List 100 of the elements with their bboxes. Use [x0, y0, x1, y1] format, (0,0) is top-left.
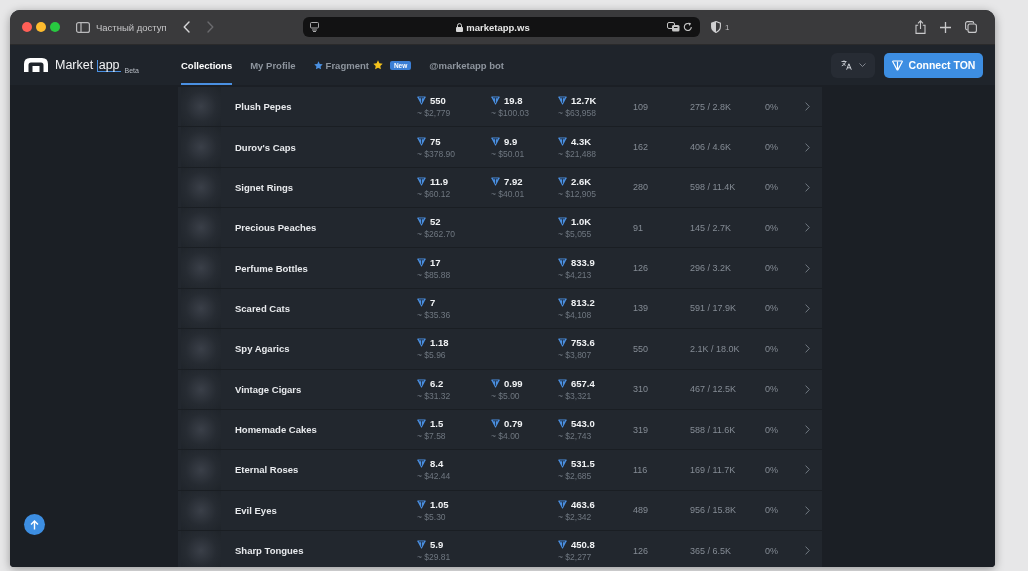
table-cell: 0%	[765, 303, 778, 314]
chevron-right-icon[interactable]	[805, 546, 810, 556]
usd-price: ~ $31.32	[417, 390, 452, 401]
collection-name: Plush Pepes	[234, 101, 293, 113]
image-placeholder	[181, 409, 221, 450]
address-field[interactable]: marketapp.ws	[303, 17, 700, 37]
arrow-up-icon	[30, 519, 39, 530]
url-text: marketapp.ws	[466, 21, 530, 33]
usd-price: ~ $35.36	[417, 309, 452, 320]
table-row[interactable]: Sharp Tongues 5.9 ~ $29.81 450.8 ~ $2,277 126 365 / 6.5K 0%	[178, 530, 822, 567]
scroll-to-top-button[interactable]	[24, 514, 45, 535]
table-row[interactable]: Scared Cats 7 ~ $35.36 813.2 ~ $4,108 139 591 / 17.9K 0%	[178, 288, 822, 330]
table-cell: 145 / 2.7K	[690, 222, 732, 233]
chevron-right-icon[interactable]	[805, 263, 810, 273]
usd-price: ~ $85.88	[417, 269, 452, 280]
currency-icon	[417, 217, 426, 227]
image-placeholder	[181, 490, 221, 530]
chevron-right-icon[interactable]	[805, 505, 810, 515]
image-placeholder	[181, 127, 221, 167]
chevron-right-icon[interactable]	[805, 182, 810, 192]
logo-icon[interactable]	[24, 58, 48, 72]
chevron-right-icon[interactable]	[805, 465, 810, 475]
table-row[interactable]: Eternal Roses 8.4 ~ $42.44 531.5 ~ $2,685 116 169 / 11.7K 0%	[178, 450, 822, 491]
table-row[interactable]: Precious Peaches 52 ~ $262.70 1.0K ~ $5,055 91 145 / 2.7K 0%	[178, 208, 822, 249]
currency-icon	[558, 459, 567, 469]
usd-price: ~ $100.03	[491, 108, 531, 119]
table-row[interactable]: Durov's Caps 75 ~ $378.90 9.9 ~ $50.01 4.3K ~ $21,488 162 406 / 4.6K 0%	[178, 127, 822, 168]
table-cell: 550	[633, 343, 649, 354]
price-amount: 0.99	[504, 377, 523, 389]
page-menu-icon[interactable]	[310, 22, 319, 32]
table-row[interactable]: Signet Rings 11.9 ~ $60.12 7.92 ~ $40.01 2.6K ~ $12,905 280 598 / 11.4K 0%	[178, 167, 822, 209]
collection-name: Precious Peaches	[234, 222, 318, 234]
chevron-right-icon[interactable]	[805, 425, 810, 435]
nav-tab[interactable]: @marketapp bot	[429, 45, 504, 85]
chevron-right-icon[interactable]	[805, 223, 810, 233]
price-amount: 813.2	[571, 296, 595, 308]
plus-icon[interactable]	[940, 21, 951, 33]
usd-price: ~ $3,807	[558, 350, 593, 361]
table-row[interactable]: Evil Eyes 1.05 ~ $5.30 463.6 ~ $2,342 489 956 / 15.8K 0%	[178, 490, 822, 531]
currency-icon	[558, 378, 567, 388]
chevron-right-icon[interactable]	[805, 102, 810, 112]
share-icon[interactable]	[915, 20, 926, 34]
table-cell: 310	[633, 384, 649, 395]
usd-price: ~ $378.90	[417, 148, 457, 159]
table-row[interactable]: Perfume Bottles 17 ~ $85.88 833.9 ~ $4,213 126 296 / 3.2K 0%	[178, 248, 822, 289]
currency-icon	[417, 419, 426, 429]
table-cell: 0%	[765, 263, 778, 274]
back-icon[interactable]	[183, 21, 190, 33]
price-amount: 0.79	[504, 418, 523, 430]
nav-tab[interactable]: My Profile	[250, 45, 296, 85]
price-amount: 9.9	[504, 135, 518, 147]
table-row[interactable]: Spy Agarics 1.18 ~ $5.96 753.6 ~ $3,807 550 2.1K / 18.0K 0%	[178, 329, 822, 370]
currency-icon	[417, 297, 426, 307]
table-row[interactable]: Vintage Cigars 6.2 ~ $31.32 0.99 ~ $5.00 657.4 ~ $3,321 310 467 / 12.5K 0%	[178, 369, 822, 410]
image-placeholder	[181, 369, 221, 409]
lock-icon	[456, 22, 464, 32]
currency-icon	[558, 96, 567, 106]
currency-icon	[491, 136, 500, 146]
chevron-right-icon[interactable]	[805, 142, 810, 152]
usd-price: ~ $42.44	[417, 471, 452, 482]
usd-price: ~ $50.01	[491, 148, 526, 159]
translate-icon[interactable]	[667, 22, 680, 32]
currency-icon	[417, 540, 426, 550]
table-row[interactable]: Homemade Cakes 1.5 ~ $7.58 0.79 ~ $4.00 543.0 ~ $2,743 319 588 / 11.6K 0%	[178, 409, 822, 451]
currency-icon	[558, 338, 567, 348]
table-cell: 0%	[765, 464, 778, 475]
currency-icon	[417, 257, 426, 267]
usd-price: ~ $40.01	[491, 188, 526, 199]
table-cell: 91	[633, 222, 643, 233]
price-amount: 833.9	[571, 256, 595, 268]
price-amount: 1.05	[430, 498, 449, 510]
usd-price: ~ $5.96	[417, 350, 447, 361]
logo-wordmark[interactable]: Market app	[55, 58, 121, 72]
currency-icon	[558, 419, 567, 429]
image-placeholder	[181, 167, 221, 208]
language-button[interactable]	[831, 52, 875, 78]
chevron-right-icon[interactable]	[805, 344, 810, 354]
price-amount: 450.8	[571, 539, 595, 551]
star-icon	[372, 60, 383, 70]
table-cell: 280	[633, 182, 649, 193]
currency-icon	[417, 136, 426, 146]
minimize-dot-icon[interactable]	[36, 22, 46, 32]
price-amount: 531.5	[571, 458, 595, 470]
tracker-count: 1	[725, 22, 730, 32]
currency-icon	[558, 499, 567, 509]
table-cell: 406 / 4.6K	[690, 142, 732, 153]
price-amount: 543.0	[571, 418, 595, 430]
shield-icon[interactable]	[711, 21, 721, 33]
reload-icon[interactable]	[683, 22, 693, 32]
table-cell: 0%	[765, 424, 778, 435]
tab-overview-icon[interactable]	[965, 21, 977, 33]
close-dot-icon[interactable]	[22, 22, 32, 32]
sidebar-toggle-icon[interactable]	[76, 21, 90, 33]
table-row[interactable]: Plush Pepes 550 ~ $2,779 19.8 ~ $100.03 12.7K ~ $63,958 109 275 / 2.8K 0%	[178, 87, 822, 128]
chevron-right-icon[interactable]	[805, 384, 810, 394]
table-cell: 296 / 3.2K	[690, 263, 732, 274]
maximize-dot-icon[interactable]	[50, 22, 60, 32]
table-cell: 0%	[765, 343, 778, 354]
price-amount: 4.3K	[571, 135, 592, 147]
chevron-right-icon[interactable]	[805, 303, 810, 313]
